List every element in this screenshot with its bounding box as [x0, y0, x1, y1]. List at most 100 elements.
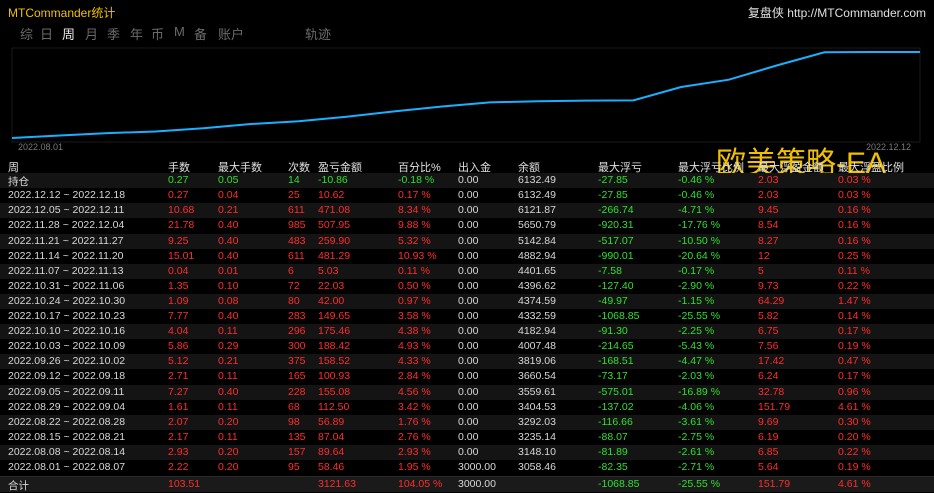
table-cell: 0.19 %: [838, 461, 871, 473]
table-cell: -91.30: [598, 325, 628, 338]
table-cell: 0.11 %: [838, 264, 870, 277]
total-cell: 3000.00: [458, 478, 496, 491]
table-cell: 165: [288, 370, 306, 383]
table-cell: 2.22: [168, 461, 189, 473]
table-cell: 100.93: [318, 370, 351, 383]
table-cell: 228: [288, 385, 306, 398]
table-cell: 2.07: [168, 415, 189, 428]
table-cell: 3559.61: [518, 385, 556, 398]
table-cell: 12: [758, 249, 770, 262]
brand-url[interactable]: http://MTCommander.com: [787, 6, 926, 20]
table-cell: 0.97 %: [398, 294, 431, 307]
table-cell: -88.07: [598, 430, 628, 443]
table-row: 2022.11.07 ~ 2022.11.13 0.04 0.01 6 5.03 0.11…: [0, 263, 934, 279]
table-cell: 0.20: [218, 461, 239, 473]
tab-0[interactable]: 综: [20, 24, 33, 43]
tab-9[interactable]: 账户: [218, 24, 244, 43]
table-cell: 7.27: [168, 385, 189, 398]
table-row: 2022.08.15 ~ 2022.08.21 2.17 0.11 135 87.04 2…: [0, 430, 934, 445]
table-cell: 4.33 %: [398, 355, 431, 368]
table-cell: 6.24: [758, 370, 779, 383]
brand-info: 复盘侠 http://MTCommander.com: [748, 4, 926, 21]
table-cell: 481.29: [318, 249, 351, 262]
tab-1[interactable]: 日: [40, 24, 53, 43]
table-cell: 2.17: [168, 430, 189, 443]
table-cell: 2022.12.05 ~ 2022.12.11: [8, 204, 125, 217]
table-cell: 4396.62: [518, 279, 556, 292]
table-cell: 259.90: [318, 234, 351, 247]
table-cell: -81.89: [598, 445, 628, 458]
table-cell: 296: [288, 325, 306, 338]
table-cell: 0.00: [458, 415, 479, 428]
table-cell: 0.50 %: [398, 279, 431, 292]
table-cell: 80: [288, 294, 300, 307]
table-cell: 10.62: [318, 189, 345, 202]
table-cell: -4.47 %: [678, 355, 715, 368]
equity-chart: 欧美策略-EA 2022.08.01 2022.12.12: [0, 42, 934, 180]
table-cell: 4332.59: [518, 310, 556, 322]
tab-4[interactable]: 季: [107, 24, 120, 43]
table-cell: -266.74: [598, 204, 634, 217]
table-cell: 0.25 %: [838, 249, 871, 262]
brand-name: 复盘侠: [747, 6, 784, 20]
table-cell: 0.03 %: [838, 189, 871, 202]
table-cell: -214.65: [598, 340, 634, 353]
tab-7[interactable]: M: [174, 24, 185, 39]
table-cell: 0.29: [218, 340, 239, 353]
table-row: 2022.09.12 ~ 2022.09.18 2.71 0.11 165 100.93…: [0, 369, 934, 384]
table-cell: 2022.11.14 ~ 2022.11.20: [8, 249, 124, 262]
table-cell: 21.78: [168, 219, 195, 232]
table-cell: 3148.10: [518, 445, 556, 458]
table-cell: -0.17 %: [678, 264, 715, 277]
table-cell: 3404.53: [518, 400, 556, 413]
table-cell: 135: [288, 430, 306, 443]
table-cell: 0.00: [458, 370, 479, 383]
table-cell: 0.00: [458, 189, 479, 202]
chart-start-date: 2022.08.01: [18, 142, 64, 152]
table-cell: 1.47 %: [838, 294, 871, 307]
table-cell: 0.11: [218, 430, 238, 443]
table-cell: 0.00: [458, 385, 479, 398]
table-cell: 2.93: [168, 445, 189, 458]
table-cell: 2022.08.08 ~ 2022.08.14: [8, 445, 126, 458]
table-cell: -27.85: [598, 189, 628, 202]
table-cell: 4401.65: [518, 264, 556, 277]
table-cell: 283: [288, 310, 306, 322]
table-cell: 98: [288, 415, 300, 428]
table-row: 2022.08.22 ~ 2022.08.28 2.07 0.20 98 56.89 1.…: [0, 414, 934, 430]
tab-3[interactable]: 月: [85, 24, 98, 43]
table-cell: 10.93 %: [398, 249, 437, 262]
table-cell: 0.00: [458, 249, 479, 262]
table-cell: 0.00: [458, 445, 479, 458]
table-cell: 1.61: [168, 400, 189, 413]
table-cell: 2022.11.21 ~ 2022.11.27: [8, 234, 124, 247]
table-row: 2022.08.29 ~ 2022.09.04 1.61 0.11 68 112.50 3…: [0, 400, 934, 415]
tab-10[interactable]: 轨迹: [305, 24, 331, 43]
tab-2[interactable]: 周: [62, 24, 75, 43]
table-cell: 0.11: [218, 400, 238, 413]
table-cell: 0.40: [218, 234, 239, 247]
tab-5[interactable]: 年: [130, 24, 143, 43]
total-cell: -1068.85: [598, 478, 640, 491]
table-cell: 0.96 %: [838, 385, 871, 398]
position-cell: -0.46 %: [678, 174, 715, 187]
table-cell: 2022.08.22 ~ 2022.08.28: [8, 415, 126, 428]
tab-8[interactable]: 备: [194, 24, 207, 43]
table-cell: -517.07: [598, 234, 634, 247]
table-cell: 0.14 %: [838, 310, 871, 322]
table-cell: 0.40: [218, 249, 239, 262]
table-cell: -990.01: [598, 249, 634, 262]
table-cell: 5.82: [758, 310, 779, 322]
table-cell: 0.00: [458, 430, 479, 443]
table-cell: 32.78: [758, 385, 785, 398]
tab-6[interactable]: 币: [151, 24, 164, 43]
table-cell: 5.86: [168, 340, 189, 353]
total-cell: 合计: [8, 480, 29, 493]
table-cell: 0.11: [218, 325, 238, 338]
table-cell: 4182.94: [518, 325, 556, 338]
table-cell: 175.46: [318, 325, 351, 338]
table-cell: 58.46: [318, 461, 345, 473]
table-cell: 4.04: [168, 325, 189, 338]
table-cell: 9.69: [758, 415, 779, 428]
table-cell: 0.20: [218, 445, 239, 458]
